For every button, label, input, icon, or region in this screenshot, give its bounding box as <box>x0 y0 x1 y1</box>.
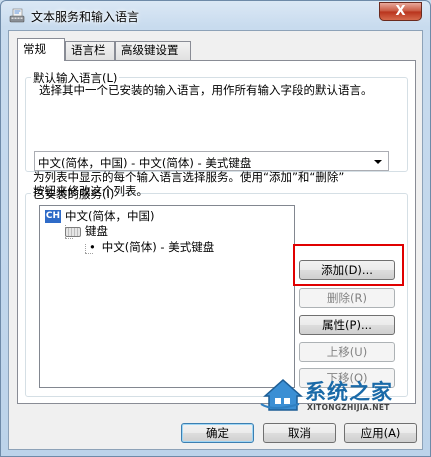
installed-services-description-2: 按钮来修改这个列表。 <box>33 184 148 198</box>
close-icon: X <box>395 4 406 19</box>
text-services-icon <box>9 8 25 23</box>
language-badge: CH <box>45 210 61 223</box>
tab-language-bar[interactable]: 语言栏 <box>65 41 115 60</box>
default-language-value: 中文(简体，中国) - 中文(简体) - 美式键盘 <box>38 156 252 170</box>
add-button-highlight <box>293 244 404 286</box>
default-language-description: 选择其中一个已安装的输入语言，用作所有输入字段的默认语言。 <box>39 83 373 97</box>
tab-general[interactable]: 常规 <box>17 38 65 61</box>
watermark: 系统之家 XITONGZHIJIA.NET <box>257 374 427 414</box>
keyboard-icon <box>65 226 81 237</box>
tree-item-service[interactable]: • 中文(简体) - 美式键盘 <box>89 240 214 255</box>
apply-button[interactable]: 应用(A) <box>344 423 417 443</box>
house-logo-icon <box>260 378 303 411</box>
tree-item-keyboard[interactable]: 键盘 <box>65 224 108 239</box>
tree-language-label: 中文(简体，中国) <box>65 209 155 223</box>
dialog-window: 文本服务和输入语言 X 常规 语言栏 高级键设置 默认输入语言(L) 选择其中一… <box>0 0 431 457</box>
tree-connector <box>85 244 86 253</box>
tree-item-language[interactable]: CH 中文(简体，中国) <box>45 209 154 224</box>
dropdown-arrow-icon <box>374 160 382 164</box>
title-bar[interactable]: 文本服务和输入语言 X <box>1 1 430 29</box>
installed-services-description-1: 为列表中显示的每个输入语言选择服务。使用“添加”和“删除” <box>33 170 345 184</box>
tree-bullet: • <box>89 240 96 254</box>
watermark-brand: 系统之家 <box>305 380 393 404</box>
tab-advanced-key-settings[interactable]: 高级键设置 <box>115 41 191 60</box>
move-up-button[interactable]: 上移(U) <box>299 342 395 362</box>
services-tree[interactable]: CH 中文(简体，中国) 键盘 • 中文(简体) - 美式键盘 <box>39 205 295 388</box>
tree-keyboard-label: 键盘 <box>85 224 108 238</box>
cancel-button[interactable]: 取消 <box>263 423 336 443</box>
properties-button[interactable]: 属性(P)... <box>299 315 395 335</box>
window-title: 文本服务和输入语言 <box>31 10 140 24</box>
remove-button[interactable]: 删除(R) <box>299 288 395 308</box>
close-button[interactable]: X <box>379 2 422 21</box>
watermark-url: XITONGZHIJIA.NET <box>307 403 390 412</box>
tree-service-label: 中文(简体) - 美式键盘 <box>101 240 215 254</box>
ok-button[interactable]: 确定 <box>181 423 254 443</box>
default-language-select[interactable]: 中文(简体，中国) - 中文(简体) - 美式键盘 <box>34 151 389 171</box>
